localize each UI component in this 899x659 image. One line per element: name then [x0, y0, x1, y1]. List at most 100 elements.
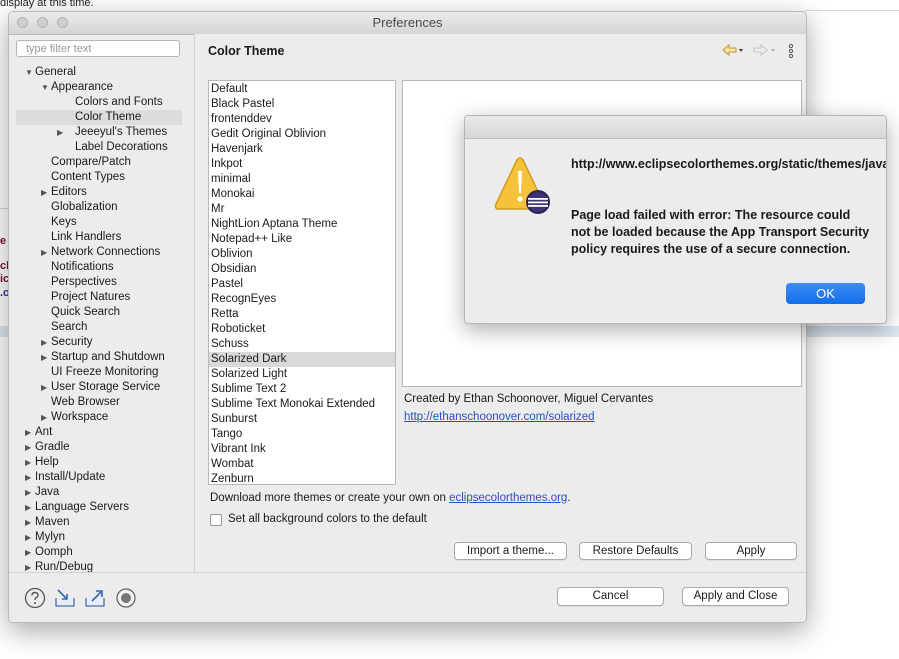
apply-button[interactable]: Apply — [705, 542, 797, 560]
import-preferences-icon[interactable] — [54, 587, 76, 609]
theme-list-item[interactable]: Zenburn — [209, 472, 395, 484]
tree-node[interactable]: Link Handlers — [9, 230, 194, 245]
back-arrow-icon[interactable] — [722, 43, 744, 60]
theme-list-item[interactable]: Schuss — [209, 337, 395, 352]
collapsed-twisty-icon[interactable]: ▶ — [25, 455, 31, 470]
export-preferences-icon[interactable] — [84, 587, 106, 609]
collapsed-twisty-icon[interactable]: ▶ — [57, 125, 63, 140]
collapsed-twisty-icon[interactable]: ▶ — [25, 545, 31, 560]
tree-node[interactable]: ▼ General — [9, 65, 194, 80]
tree-node[interactable]: UI Freeze Monitoring — [9, 365, 194, 380]
theme-list-item[interactable]: NightLion Aptana Theme — [209, 217, 395, 232]
theme-list-item[interactable]: Havenjark — [209, 142, 395, 157]
background-default-checkbox[interactable] — [210, 514, 222, 526]
tree-node[interactable]: ▶ Install/Update — [9, 470, 194, 485]
theme-list-item[interactable]: Vibrant Ink — [209, 442, 395, 457]
filter-input[interactable]: type filter text — [16, 40, 180, 57]
cancel-button[interactable]: Cancel — [557, 587, 664, 606]
tree-node[interactable]: ▶ Java — [9, 485, 194, 500]
expanded-twisty-icon[interactable]: ▼ — [41, 80, 49, 95]
collapsed-twisty-icon[interactable]: ▶ — [25, 530, 31, 545]
theme-list-item[interactable]: frontenddev — [209, 112, 395, 127]
tree-node[interactable]: ▶ User Storage Service — [9, 380, 194, 395]
tree-node[interactable]: ▶ Gradle — [9, 440, 194, 455]
tree-node[interactable]: Globalization — [9, 200, 194, 215]
tree-node[interactable]: Quick Search — [9, 305, 194, 320]
collapsed-twisty-icon[interactable]: ▶ — [25, 500, 31, 515]
collapsed-twisty-icon[interactable]: ▶ — [41, 185, 47, 200]
theme-list-item[interactable]: Black Pastel — [209, 97, 395, 112]
eclipsecolorthemes-link[interactable]: eclipsecolorthemes.org — [449, 492, 567, 504]
import-theme-button[interactable]: Import a theme... — [454, 542, 567, 560]
collapsed-twisty-icon[interactable]: ▶ — [25, 560, 31, 572]
tree-node[interactable]: ▶ Oomph — [9, 545, 194, 560]
help-icon[interactable] — [24, 587, 46, 609]
theme-list-item[interactable]: Wombat — [209, 457, 395, 472]
tree-node[interactable]: ▶ Startup and Shutdown — [9, 350, 194, 365]
theme-list-item[interactable]: Sublime Text 2 — [209, 382, 395, 397]
theme-list-item[interactable]: Tango — [209, 427, 395, 442]
view-menu-icon[interactable] — [788, 43, 794, 61]
theme-list-item[interactable]: Solarized Light — [209, 367, 395, 382]
theme-list-item[interactable]: Notepad++ Like — [209, 232, 395, 247]
tree-node[interactable]: ▶ Ant — [9, 425, 194, 440]
tree-node[interactable]: Project Natures — [9, 290, 194, 305]
expanded-twisty-icon[interactable]: ▼ — [25, 65, 33, 80]
collapsed-twisty-icon[interactable]: ▶ — [41, 350, 47, 365]
theme-list-item[interactable]: Sunburst — [209, 412, 395, 427]
theme-list-item[interactable]: Roboticket — [209, 322, 395, 337]
tree-node[interactable]: ▶ Jeeeyul's Themes — [9, 125, 194, 140]
tree-node[interactable]: ▶ Workspace — [9, 410, 194, 425]
tree-node[interactable]: ▼ Appearance — [9, 80, 194, 95]
tree-node[interactable]: Perspectives — [9, 275, 194, 290]
tree-node[interactable]: ▶ Security — [9, 335, 194, 350]
collapsed-twisty-icon[interactable]: ▶ — [25, 440, 31, 455]
theme-list-item[interactable]: Inkpot — [209, 157, 395, 172]
tree-node[interactable]: ▶ Network Connections — [9, 245, 194, 260]
theme-author-link[interactable]: http://ethanschoonover.com/solarized — [404, 411, 653, 423]
theme-list-item[interactable]: RecognEyes — [209, 292, 395, 307]
restore-defaults-button[interactable]: Restore Defaults — [579, 542, 692, 560]
forward-arrow-icon[interactable] — [752, 43, 778, 60]
theme-list-item[interactable]: Gedit Original Oblivion — [209, 127, 395, 142]
theme-list-item[interactable]: Mr — [209, 202, 395, 217]
tree-node[interactable]: ▶ Maven — [9, 515, 194, 530]
collapsed-twisty-icon[interactable]: ▶ — [41, 410, 47, 425]
tree-node[interactable]: Notifications — [9, 260, 194, 275]
tree-node[interactable]: Label Decorations — [9, 140, 194, 155]
theme-list-item[interactable]: Pastel — [209, 277, 395, 292]
tree-node[interactable]: Search — [9, 320, 194, 335]
theme-list-item[interactable]: minimal — [209, 172, 395, 187]
tree-node[interactable]: Web Browser — [9, 395, 194, 410]
apply-and-close-button[interactable]: Apply and Close — [682, 587, 789, 606]
tree-node[interactable]: Compare/Patch — [9, 155, 194, 170]
alert-titlebar — [465, 116, 886, 139]
tree-node[interactable]: Keys — [9, 215, 194, 230]
tree-node[interactable]: ▶ Mylyn — [9, 530, 194, 545]
theme-list-item[interactable]: Retta — [209, 307, 395, 322]
tree-node[interactable]: Colors and Fonts — [9, 95, 194, 110]
collapsed-twisty-icon[interactable]: ▶ — [25, 470, 31, 485]
collapsed-twisty-icon[interactable]: ▶ — [25, 515, 31, 530]
theme-list-item[interactable]: Sublime Text Monokai Extended — [209, 397, 395, 412]
collapsed-twisty-icon[interactable]: ▶ — [41, 335, 47, 350]
tree-node-label: Label Decorations — [75, 141, 168, 153]
tree-node[interactable]: ▶ Editors — [9, 185, 194, 200]
record-icon[interactable] — [115, 587, 137, 609]
tree-node[interactable]: ▶ Language Servers — [9, 500, 194, 515]
tree-node[interactable]: Color Theme — [16, 110, 182, 125]
theme-list-item[interactable]: Default — [209, 82, 395, 97]
tree-node[interactable]: ▶ Run/Debug — [9, 560, 194, 572]
collapsed-twisty-icon[interactable]: ▶ — [41, 380, 47, 395]
tree-node[interactable]: ▶ Help — [9, 455, 194, 470]
tree-node[interactable]: Content Types — [9, 170, 194, 185]
collapsed-twisty-icon[interactable]: ▶ — [41, 245, 47, 260]
theme-list-item[interactable]: Solarized Dark — [209, 352, 395, 367]
theme-list-item[interactable]: Monokai — [209, 187, 395, 202]
ok-button[interactable]: OK — [786, 283, 865, 304]
theme-list[interactable]: Default Black Pastel frontenddev Gedit Orig… — [208, 80, 396, 485]
theme-list-item[interactable]: Obsidian — [209, 262, 395, 277]
collapsed-twisty-icon[interactable]: ▶ — [25, 425, 31, 440]
collapsed-twisty-icon[interactable]: ▶ — [25, 485, 31, 500]
theme-list-item[interactable]: Oblivion — [209, 247, 395, 262]
